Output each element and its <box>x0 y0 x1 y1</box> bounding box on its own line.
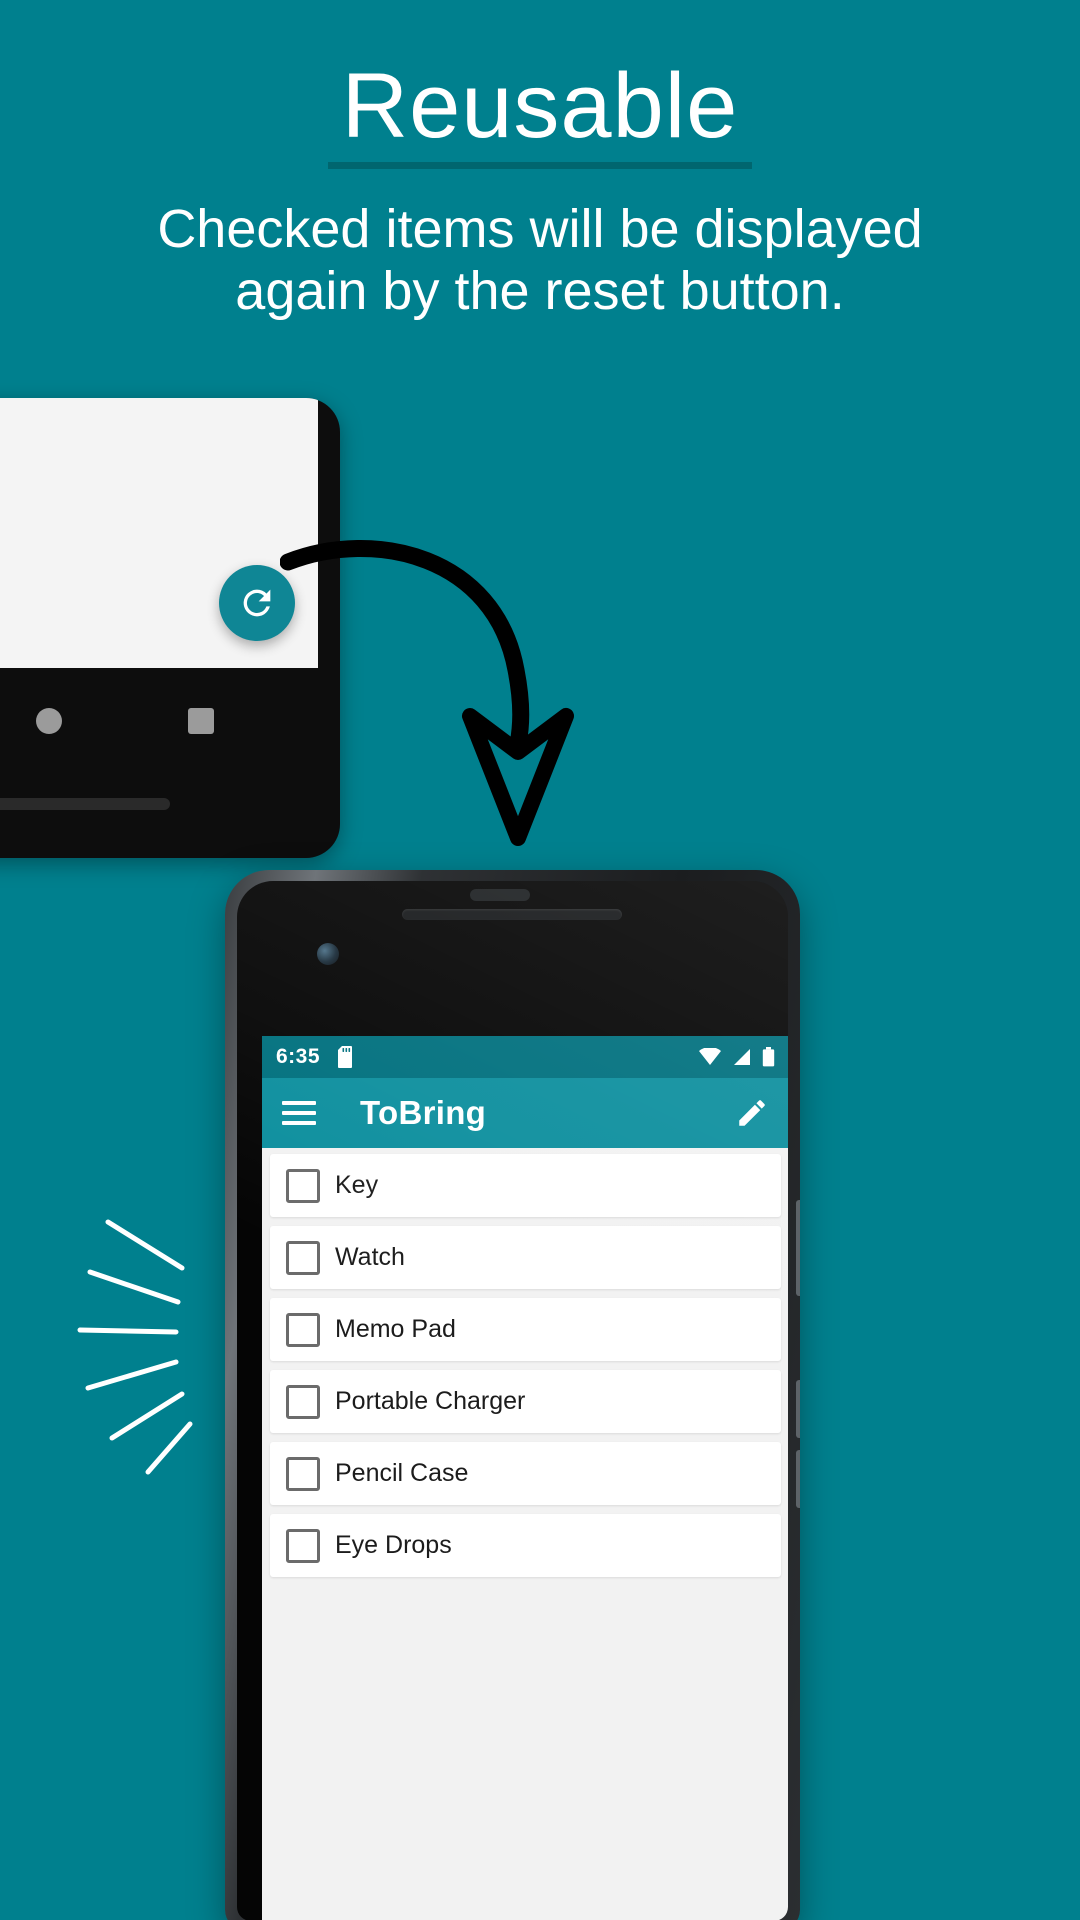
main-phone-mockup: 6:35 ToBring Key Watch Memo Pad Portable… <box>225 870 800 1920</box>
top-phone-mockup <box>0 398 340 858</box>
extra-side-button[interactable] <box>796 1450 800 1508</box>
list-item-label: Pencil Case <box>335 1459 469 1487</box>
refresh-icon <box>243 589 271 617</box>
status-icons-group <box>698 1047 775 1067</box>
speaker-grille <box>0 798 170 810</box>
list-item[interactable]: Memo Pad <box>270 1298 781 1361</box>
front-camera-icon <box>317 943 339 965</box>
subtitle-line-2: again by the reset button. <box>235 261 845 322</box>
reset-fab-button[interactable] <box>219 565 295 641</box>
list-item-label: Key <box>335 1171 379 1199</box>
subtitle-line-1: Checked items will be displayed <box>157 199 923 259</box>
list-item[interactable]: Watch <box>270 1226 781 1289</box>
status-bar: 6:35 <box>262 1036 788 1078</box>
top-sensor-slot <box>470 889 530 901</box>
list-item-label: Portable Charger <box>335 1387 526 1415</box>
list-item-label: Memo Pad <box>335 1315 456 1343</box>
checkbox-icon[interactable] <box>286 1384 320 1419</box>
checkbox-icon[interactable] <box>286 1528 320 1563</box>
page-subtitle: Checked items will be displayed again by… <box>0 198 1080 322</box>
top-phone-navbar <box>0 668 318 778</box>
page-title: Reusable <box>327 60 753 169</box>
checkbox-icon[interactable] <box>286 1168 320 1203</box>
list-item[interactable]: Key <box>270 1154 781 1217</box>
battery-icon <box>762 1047 775 1067</box>
wifi-icon <box>699 1048 721 1065</box>
pencil-edit-icon[interactable] <box>735 1096 769 1130</box>
list-item[interactable]: Pencil Case <box>270 1442 781 1505</box>
app-viewport: 6:35 ToBring Key Watch Memo Pad Portable… <box>262 1036 788 1920</box>
checkbox-icon[interactable] <box>286 1456 320 1491</box>
hamburger-menu-icon[interactable] <box>282 1101 316 1125</box>
sd-card-icon <box>338 1046 356 1068</box>
app-title: ToBring <box>360 1094 487 1131</box>
power-button[interactable] <box>796 1380 800 1438</box>
checkbox-icon[interactable] <box>286 1312 320 1347</box>
phone-bezel: 6:35 ToBring Key Watch Memo Pad Portable… <box>237 881 788 1920</box>
app-bar: ToBring <box>262 1078 788 1148</box>
status-time: 6:35 <box>276 1045 321 1068</box>
checkbox-icon[interactable] <box>286 1240 320 1275</box>
earpiece-grille <box>402 909 622 920</box>
promo-stage: Reusable Checked items will be displayed… <box>0 0 1080 1920</box>
signal-icon <box>734 1049 750 1065</box>
home-circle-icon[interactable] <box>36 708 62 734</box>
list-item-label: Watch <box>335 1243 405 1271</box>
headline-block: Reusable <box>0 60 1080 169</box>
list-item[interactable]: Eye Drops <box>270 1514 781 1577</box>
list-item-label: Eye Drops <box>335 1531 452 1559</box>
list-item[interactable]: Portable Charger <box>270 1370 781 1433</box>
volume-rocker-button[interactable] <box>796 1200 800 1296</box>
recents-square-icon[interactable] <box>188 708 214 734</box>
checklist: Key Watch Memo Pad Portable Charger Penc… <box>262 1148 788 1577</box>
